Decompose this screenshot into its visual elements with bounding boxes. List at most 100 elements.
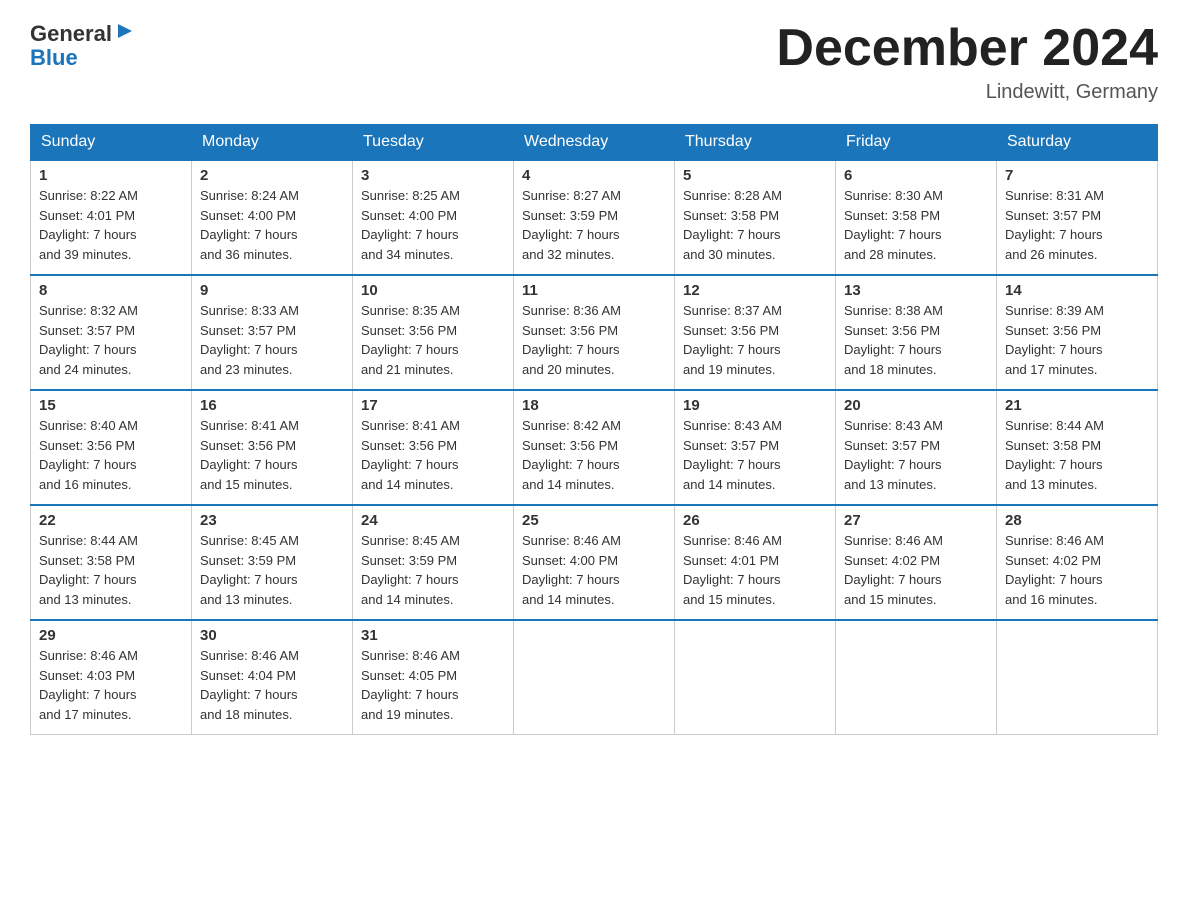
day-number: 31 — [361, 627, 505, 644]
calendar-cell: 26 Sunrise: 8:46 AM Sunset: 4:01 PM Dayl… — [675, 505, 836, 620]
calendar-week-row: 15 Sunrise: 8:40 AM Sunset: 3:56 PM Dayl… — [31, 390, 1158, 505]
day-info: Sunrise: 8:24 AM Sunset: 4:00 PM Dayligh… — [200, 186, 344, 264]
day-number: 26 — [683, 512, 827, 529]
calendar-cell: 6 Sunrise: 8:30 AM Sunset: 3:58 PM Dayli… — [836, 160, 997, 275]
calendar-cell: 2 Sunrise: 8:24 AM Sunset: 4:00 PM Dayli… — [192, 160, 353, 275]
day-info: Sunrise: 8:46 AM Sunset: 4:02 PM Dayligh… — [1005, 531, 1149, 609]
day-info: Sunrise: 8:46 AM Sunset: 4:00 PM Dayligh… — [522, 531, 666, 609]
day-info: Sunrise: 8:43 AM Sunset: 3:57 PM Dayligh… — [844, 416, 988, 494]
calendar-cell — [997, 620, 1158, 735]
day-number: 19 — [683, 397, 827, 414]
day-info: Sunrise: 8:41 AM Sunset: 3:56 PM Dayligh… — [361, 416, 505, 494]
day-info: Sunrise: 8:43 AM Sunset: 3:57 PM Dayligh… — [683, 416, 827, 494]
day-number: 11 — [522, 282, 666, 299]
day-number: 5 — [683, 167, 827, 184]
day-number: 1 — [39, 167, 183, 184]
col-header-sunday: Sunday — [31, 125, 192, 161]
col-header-friday: Friday — [836, 125, 997, 161]
day-number: 21 — [1005, 397, 1149, 414]
logo: General Blue — [30, 20, 136, 69]
day-number: 14 — [1005, 282, 1149, 299]
day-info: Sunrise: 8:45 AM Sunset: 3:59 PM Dayligh… — [200, 531, 344, 609]
day-number: 18 — [522, 397, 666, 414]
calendar-cell: 17 Sunrise: 8:41 AM Sunset: 3:56 PM Dayl… — [353, 390, 514, 505]
day-info: Sunrise: 8:28 AM Sunset: 3:58 PM Dayligh… — [683, 186, 827, 264]
calendar-cell — [836, 620, 997, 735]
location-label: Lindewitt, Germany — [776, 81, 1158, 104]
day-number: 6 — [844, 167, 988, 184]
calendar-cell: 15 Sunrise: 8:40 AM Sunset: 3:56 PM Dayl… — [31, 390, 192, 505]
calendar-cell: 23 Sunrise: 8:45 AM Sunset: 3:59 PM Dayl… — [192, 505, 353, 620]
calendar-cell: 19 Sunrise: 8:43 AM Sunset: 3:57 PM Dayl… — [675, 390, 836, 505]
month-year-title: December 2024 — [776, 20, 1158, 77]
day-number: 23 — [200, 512, 344, 529]
day-info: Sunrise: 8:22 AM Sunset: 4:01 PM Dayligh… — [39, 186, 183, 264]
calendar-week-row: 29 Sunrise: 8:46 AM Sunset: 4:03 PM Dayl… — [31, 620, 1158, 735]
calendar-cell: 7 Sunrise: 8:31 AM Sunset: 3:57 PM Dayli… — [997, 160, 1158, 275]
day-info: Sunrise: 8:30 AM Sunset: 3:58 PM Dayligh… — [844, 186, 988, 264]
calendar-cell — [514, 620, 675, 735]
day-number: 10 — [361, 282, 505, 299]
page-header: General Blue December 2024 Lindewitt, Ge… — [30, 20, 1158, 104]
day-info: Sunrise: 8:33 AM Sunset: 3:57 PM Dayligh… — [200, 301, 344, 379]
day-info: Sunrise: 8:46 AM Sunset: 4:01 PM Dayligh… — [683, 531, 827, 609]
day-info: Sunrise: 8:35 AM Sunset: 3:56 PM Dayligh… — [361, 301, 505, 379]
calendar-cell: 4 Sunrise: 8:27 AM Sunset: 3:59 PM Dayli… — [514, 160, 675, 275]
calendar-cell: 22 Sunrise: 8:44 AM Sunset: 3:58 PM Dayl… — [31, 505, 192, 620]
calendar-week-row: 8 Sunrise: 8:32 AM Sunset: 3:57 PM Dayli… — [31, 275, 1158, 390]
calendar-cell: 9 Sunrise: 8:33 AM Sunset: 3:57 PM Dayli… — [192, 275, 353, 390]
day-number: 20 — [844, 397, 988, 414]
calendar-cell: 14 Sunrise: 8:39 AM Sunset: 3:56 PM Dayl… — [997, 275, 1158, 390]
day-info: Sunrise: 8:40 AM Sunset: 3:56 PM Dayligh… — [39, 416, 183, 494]
calendar-cell: 20 Sunrise: 8:43 AM Sunset: 3:57 PM Dayl… — [836, 390, 997, 505]
day-number: 22 — [39, 512, 183, 529]
calendar-table: SundayMondayTuesdayWednesdayThursdayFrid… — [30, 124, 1158, 735]
calendar-cell: 31 Sunrise: 8:46 AM Sunset: 4:05 PM Dayl… — [353, 620, 514, 735]
day-number: 15 — [39, 397, 183, 414]
calendar-cell: 11 Sunrise: 8:36 AM Sunset: 3:56 PM Dayl… — [514, 275, 675, 390]
calendar-cell — [675, 620, 836, 735]
day-info: Sunrise: 8:32 AM Sunset: 3:57 PM Dayligh… — [39, 301, 183, 379]
day-number: 25 — [522, 512, 666, 529]
day-number: 28 — [1005, 512, 1149, 529]
day-number: 12 — [683, 282, 827, 299]
day-info: Sunrise: 8:31 AM Sunset: 3:57 PM Dayligh… — [1005, 186, 1149, 264]
logo-general: General — [30, 21, 112, 47]
col-header-monday: Monday — [192, 125, 353, 161]
calendar-cell: 8 Sunrise: 8:32 AM Sunset: 3:57 PM Dayli… — [31, 275, 192, 390]
day-info: Sunrise: 8:44 AM Sunset: 3:58 PM Dayligh… — [39, 531, 183, 609]
col-header-wednesday: Wednesday — [514, 125, 675, 161]
col-header-thursday: Thursday — [675, 125, 836, 161]
day-number: 24 — [361, 512, 505, 529]
calendar-cell: 27 Sunrise: 8:46 AM Sunset: 4:02 PM Dayl… — [836, 505, 997, 620]
calendar-cell: 3 Sunrise: 8:25 AM Sunset: 4:00 PM Dayli… — [353, 160, 514, 275]
logo-blue: Blue — [30, 47, 78, 69]
day-info: Sunrise: 8:46 AM Sunset: 4:03 PM Dayligh… — [39, 646, 183, 724]
day-number: 7 — [1005, 167, 1149, 184]
day-number: 4 — [522, 167, 666, 184]
day-info: Sunrise: 8:37 AM Sunset: 3:56 PM Dayligh… — [683, 301, 827, 379]
day-info: Sunrise: 8:42 AM Sunset: 3:56 PM Dayligh… — [522, 416, 666, 494]
day-info: Sunrise: 8:27 AM Sunset: 3:59 PM Dayligh… — [522, 186, 666, 264]
day-number: 8 — [39, 282, 183, 299]
day-number: 2 — [200, 167, 344, 184]
day-info: Sunrise: 8:46 AM Sunset: 4:05 PM Dayligh… — [361, 646, 505, 724]
day-number: 13 — [844, 282, 988, 299]
calendar-cell: 21 Sunrise: 8:44 AM Sunset: 3:58 PM Dayl… — [997, 390, 1158, 505]
day-info: Sunrise: 8:46 AM Sunset: 4:04 PM Dayligh… — [200, 646, 344, 724]
calendar-cell: 29 Sunrise: 8:46 AM Sunset: 4:03 PM Dayl… — [31, 620, 192, 735]
calendar-cell: 16 Sunrise: 8:41 AM Sunset: 3:56 PM Dayl… — [192, 390, 353, 505]
day-number: 3 — [361, 167, 505, 184]
day-info: Sunrise: 8:25 AM Sunset: 4:00 PM Dayligh… — [361, 186, 505, 264]
day-info: Sunrise: 8:46 AM Sunset: 4:02 PM Dayligh… — [844, 531, 988, 609]
calendar-cell: 10 Sunrise: 8:35 AM Sunset: 3:56 PM Dayl… — [353, 275, 514, 390]
day-number: 29 — [39, 627, 183, 644]
day-number: 9 — [200, 282, 344, 299]
col-header-tuesday: Tuesday — [353, 125, 514, 161]
col-header-saturday: Saturday — [997, 125, 1158, 161]
calendar-cell: 18 Sunrise: 8:42 AM Sunset: 3:56 PM Dayl… — [514, 390, 675, 505]
day-info: Sunrise: 8:36 AM Sunset: 3:56 PM Dayligh… — [522, 301, 666, 379]
calendar-cell: 28 Sunrise: 8:46 AM Sunset: 4:02 PM Dayl… — [997, 505, 1158, 620]
day-number: 17 — [361, 397, 505, 414]
day-info: Sunrise: 8:45 AM Sunset: 3:59 PM Dayligh… — [361, 531, 505, 609]
